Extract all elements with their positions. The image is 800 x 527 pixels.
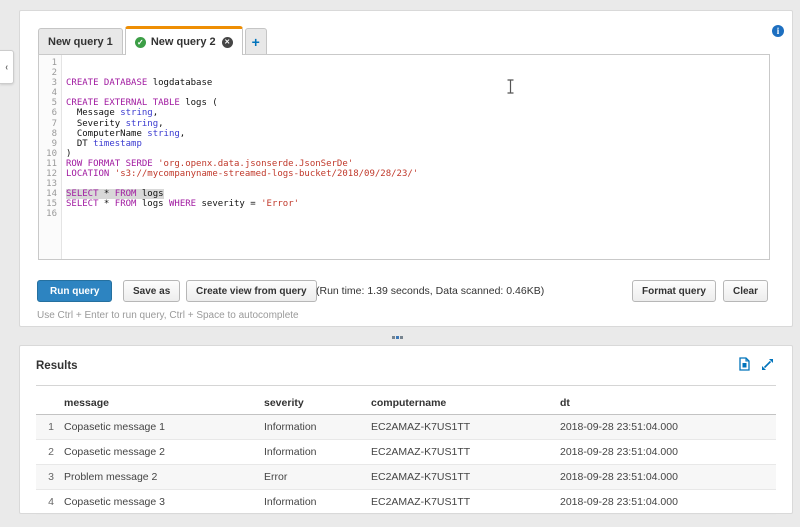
table-cell: Copasetic message 3 xyxy=(64,490,264,514)
table-cell: 2018-09-28 23:51:04.000 xyxy=(560,490,776,514)
tab-new-query-1[interactable]: New query 1 xyxy=(38,28,123,55)
table-cell: Copasetic message 2 xyxy=(64,440,264,464)
code-line: CREATE DATABASE logdatabase xyxy=(66,78,769,88)
save-as-button[interactable]: Save as xyxy=(123,280,180,302)
athena-query-editor-screen: ‹ i New query 1 ✓ New query 2 ✕ + 123456… xyxy=(0,0,800,527)
panel-resize-handle[interactable] xyxy=(390,334,405,341)
shortcut-hint: Use Ctrl + Enter to run query, Ctrl + Sp… xyxy=(37,310,299,321)
table-cell: Information xyxy=(264,415,371,439)
line-number: 13 xyxy=(39,179,61,189)
table-cell: EC2AMAZ-K7US1TT xyxy=(371,415,560,439)
table-cell: EC2AMAZ-K7US1TT xyxy=(371,465,560,489)
line-number: 10 xyxy=(39,149,61,159)
chevron-left-icon: ‹ xyxy=(5,62,8,73)
code-line xyxy=(66,68,769,78)
expand-results-icon[interactable] xyxy=(761,358,774,371)
line-number: 4 xyxy=(39,88,61,98)
line-number: 8 xyxy=(39,129,61,139)
code-line xyxy=(66,179,769,189)
close-tab-icon[interactable]: ✕ xyxy=(222,37,233,48)
table-cell: Problem message 2 xyxy=(64,465,264,489)
query-editor-panel: i New query 1 ✓ New query 2 ✕ + 12345678… xyxy=(19,10,793,327)
table-cell: 2018-09-28 23:51:04.000 xyxy=(560,440,776,464)
line-number: 12 xyxy=(39,169,61,179)
create-view-button[interactable]: Create view from query xyxy=(186,280,317,302)
table-cell: Information xyxy=(264,440,371,464)
run-stats-text: (Run time: 1.39 seconds, Data scanned: 0… xyxy=(316,280,544,302)
code-line xyxy=(66,58,769,68)
code-line: CREATE EXTERNAL TABLE logs ( xyxy=(66,98,769,108)
info-icon[interactable]: i xyxy=(772,25,784,37)
table-row: 2Copasetic message 2InformationEC2AMAZ-K… xyxy=(36,440,776,465)
code-line: ComputerName string, xyxy=(66,129,769,139)
line-number: 9 xyxy=(39,139,61,149)
line-number: 14 xyxy=(39,189,61,199)
results-panel: Results messageseveritycomputernamedt1Co… xyxy=(19,345,793,514)
table-cell: 2018-09-28 23:51:04.000 xyxy=(560,465,776,489)
sql-editor[interactable]: 12345678910111213141516 CREATE DATABASE … xyxy=(38,54,770,260)
results-divider xyxy=(36,385,776,386)
table-cell: Error xyxy=(264,465,371,489)
column-header: message xyxy=(64,396,264,414)
line-number: 1 xyxy=(39,58,61,68)
code-line: ) xyxy=(66,149,769,159)
code-line: ROW FORMAT SERDE 'org.openx.data.jsonser… xyxy=(66,159,769,169)
table-cell: 3 xyxy=(36,465,64,489)
table-cell: EC2AMAZ-K7US1TT xyxy=(371,490,560,514)
tab-new-query-2[interactable]: ✓ New query 2 ✕ xyxy=(125,26,243,55)
query-success-icon: ✓ xyxy=(135,37,146,48)
table-cell: EC2AMAZ-K7US1TT xyxy=(371,440,560,464)
code-line xyxy=(66,88,769,98)
table-cell: 4 xyxy=(36,490,64,514)
code-line: LOCATION 's3://mycompanyname-streamed-lo… xyxy=(66,169,769,179)
results-title: Results xyxy=(36,360,78,372)
results-table: messageseveritycomputernamedt1Copasetic … xyxy=(36,396,776,515)
table-row: 4Copasetic message 3InformationEC2AMAZ-K… xyxy=(36,490,776,515)
sql-code: CREATE DATABASE logdatabase CREATE EXTERN… xyxy=(62,55,769,259)
code-line: DT timestamp xyxy=(66,139,769,149)
table-cell: 1 xyxy=(36,415,64,439)
collapse-left-panel-button[interactable]: ‹ xyxy=(0,50,14,84)
text-cursor-pointer xyxy=(506,79,515,94)
table-cell: 2018-09-28 23:51:04.000 xyxy=(560,415,776,439)
table-row: 1Copasetic message 1InformationEC2AMAZ-K… xyxy=(36,415,776,440)
code-line: SELECT * FROM logs WHERE severity = 'Err… xyxy=(66,199,769,209)
new-tab-button[interactable]: + xyxy=(245,28,267,55)
column-header: severity xyxy=(264,396,371,414)
code-line: SELECT * FROM logs xyxy=(66,189,769,199)
run-query-button[interactable]: Run query xyxy=(37,280,112,302)
line-number: 15 xyxy=(39,199,61,209)
table-cell: Copasetic message 1 xyxy=(64,415,264,439)
code-line xyxy=(66,209,769,219)
query-tabs: New query 1 ✓ New query 2 ✕ + xyxy=(38,27,269,55)
table-cell: Information xyxy=(264,490,371,514)
code-line: Severity string, xyxy=(66,119,769,129)
line-number: 16 xyxy=(39,209,61,219)
column-header: computername xyxy=(371,396,560,414)
format-query-button[interactable]: Format query xyxy=(632,280,716,302)
line-number: 6 xyxy=(39,108,61,118)
tab-label: New query 1 xyxy=(48,36,113,48)
download-results-icon[interactable] xyxy=(739,357,750,371)
table-header-row: messageseveritycomputernamedt xyxy=(36,396,776,415)
line-number: 5 xyxy=(39,98,61,108)
clear-button[interactable]: Clear xyxy=(723,280,768,302)
line-number: 11 xyxy=(39,159,61,169)
line-number: 7 xyxy=(39,119,61,129)
table-cell: 2 xyxy=(36,440,64,464)
table-row: 3Problem message 2ErrorEC2AMAZ-K7US1TT20… xyxy=(36,465,776,490)
line-number: 3 xyxy=(39,78,61,88)
line-number: 2 xyxy=(39,68,61,78)
tab-label: New query 2 xyxy=(151,36,216,48)
line-number-gutter: 12345678910111213141516 xyxy=(39,55,62,259)
column-header: dt xyxy=(560,396,776,414)
code-line: Message string, xyxy=(66,108,769,118)
